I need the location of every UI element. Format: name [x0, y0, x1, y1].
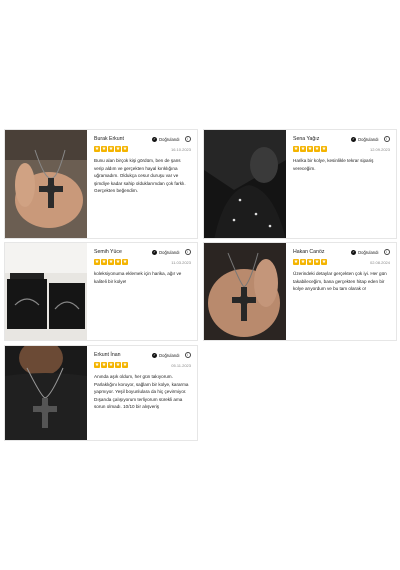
verified-badge: ✓ Doğrulandı i	[152, 249, 191, 256]
review-text: Üzerindeki detaylar gerçekten çok iyi. H…	[293, 271, 387, 292]
review-photo[interactable]	[204, 130, 286, 238]
verified-badge: ✓ Doğrulandı i	[152, 136, 191, 143]
star-rating: ★ ★ ★ ★ ★	[293, 259, 327, 266]
info-icon[interactable]: i	[184, 249, 191, 256]
verified-badge: ✓ Doğrulandı i	[351, 136, 390, 143]
star-icon: ★	[122, 146, 128, 153]
star-icon: ★	[101, 259, 107, 266]
review-date: 11.03.2023	[171, 259, 191, 265]
info-icon[interactable]: i	[184, 352, 191, 359]
review-text: koleksiyonuma eklemek için harika, ağır …	[94, 271, 182, 284]
review-card: Burak Erkunt ✓ Doğrulandı i ★ ★ ★ ★ ★ 16…	[4, 129, 198, 239]
star-rating: ★ ★ ★ ★ ★	[94, 362, 128, 369]
star-icon: ★	[307, 146, 313, 153]
review-text: Harika bir kolye, kesinlikle tekrar sipa…	[293, 158, 374, 171]
check-icon: ✓	[152, 249, 158, 255]
verified-badge: ✓ Doğrulandı i	[152, 352, 191, 359]
info-icon[interactable]: i	[383, 249, 390, 256]
star-icon: ★	[300, 259, 306, 266]
star-icon: ★	[122, 259, 128, 266]
star-icon: ★	[314, 146, 320, 153]
star-icon: ★	[115, 259, 121, 266]
review-date: 02.08.2024	[369, 259, 390, 265]
reviewer-name: Erkunt İnan	[94, 352, 121, 359]
review-photo[interactable]	[5, 346, 87, 440]
star-rating: ★ ★ ★ ★ ★	[94, 146, 128, 153]
star-icon: ★	[321, 146, 327, 153]
verified-label: Doğrulandı	[159, 249, 180, 255]
check-icon: ✓	[351, 249, 357, 255]
star-icon: ★	[293, 259, 299, 266]
reviewer-name: Burak Erkunt	[94, 136, 124, 143]
review-card: Sena Yağız ✓ Doğrulandı i ★ ★ ★ ★ ★ 12.0…	[203, 129, 397, 239]
verified-label: Doğrulandı	[159, 352, 180, 358]
review-date: 05.11.2023	[171, 362, 191, 368]
verified-label: Doğrulandı	[358, 249, 379, 255]
review-text: Anında aşık oldum, her gün takıyorum. Pa…	[94, 374, 189, 410]
star-icon: ★	[108, 146, 114, 153]
review-photo[interactable]	[5, 243, 87, 340]
star-icon: ★	[108, 259, 114, 266]
star-icon: ★	[108, 362, 114, 369]
review-date: 16.10.2023	[170, 146, 191, 152]
star-icon: ★	[314, 259, 320, 266]
reviewer-name: Sena Yağız	[293, 136, 320, 143]
check-icon: ✓	[351, 136, 357, 142]
star-icon: ★	[101, 362, 107, 369]
star-icon: ★	[94, 259, 100, 266]
review-photo[interactable]	[204, 243, 286, 340]
info-icon[interactable]: i	[184, 136, 191, 143]
verified-badge: ✓ Doğrulandı i	[351, 249, 390, 256]
review-card: Semih Yüce ✓ Doğrulandı i ★ ★ ★ ★ ★ 11.0…	[4, 242, 198, 341]
review-text: Bunu alan birçok kişi gördüm, ben de şan…	[94, 158, 186, 194]
check-icon: ✓	[152, 352, 158, 358]
star-icon: ★	[94, 146, 100, 153]
star-rating: ★ ★ ★ ★ ★	[94, 259, 128, 266]
check-icon: ✓	[152, 136, 158, 142]
star-rating: ★ ★ ★ ★ ★	[293, 146, 327, 153]
review-card: Erkunt İnan ✓ Doğrulandı i ★ ★ ★ ★ ★ 05.…	[4, 345, 198, 441]
review-photo[interactable]	[5, 130, 87, 238]
star-icon: ★	[115, 146, 121, 153]
verified-label: Doğrulandı	[159, 136, 180, 142]
star-icon: ★	[300, 146, 306, 153]
reviewer-name: Hakan Canöz	[293, 249, 325, 256]
reviewer-name: Semih Yüce	[94, 249, 122, 256]
star-icon: ★	[321, 259, 327, 266]
review-date: 12.09.2023	[369, 146, 390, 152]
review-card: Hakan Canöz ✓ Doğrulandı i ★ ★ ★ ★ ★ 02.…	[203, 242, 397, 341]
star-icon: ★	[115, 362, 121, 369]
star-icon: ★	[122, 362, 128, 369]
info-icon[interactable]: i	[383, 136, 390, 143]
star-icon: ★	[307, 259, 313, 266]
star-icon: ★	[293, 146, 299, 153]
star-icon: ★	[94, 362, 100, 369]
star-icon: ★	[101, 146, 107, 153]
verified-label: Doğrulandı	[358, 136, 379, 142]
